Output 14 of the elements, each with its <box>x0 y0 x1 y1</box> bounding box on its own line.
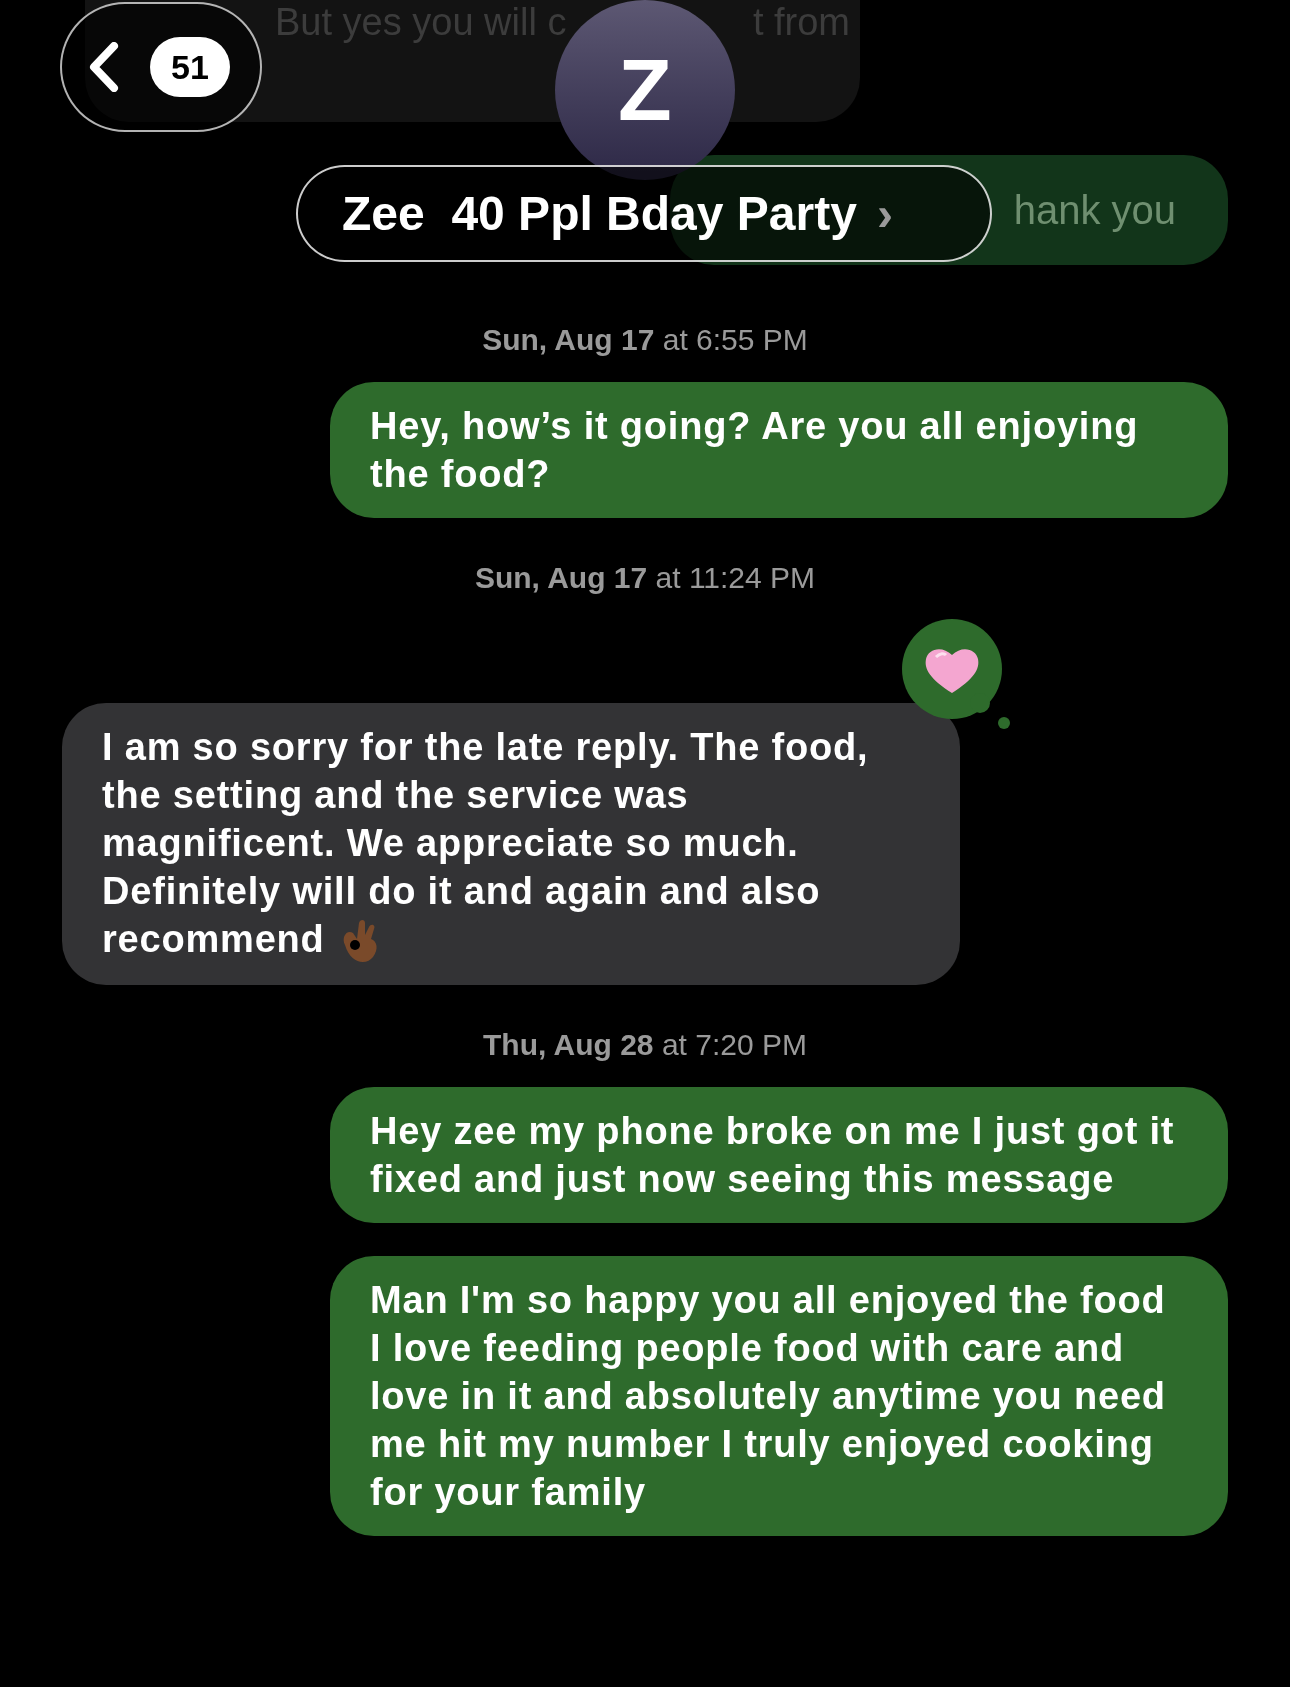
back-button[interactable]: 51 <box>60 2 262 132</box>
conversation-title-button[interactable]: Zee 40 Ppl Bday Party › <box>296 165 992 262</box>
heart-reaction-icon[interactable] <box>900 619 1012 729</box>
faded-message-text: hank you <box>1013 187 1176 234</box>
message-timestamp: Sun, Aug 17 at 6:55 PM <box>482 322 808 358</box>
message-timestamp: Thu, Aug 28 at 7:20 PM <box>483 1026 807 1063</box>
conversation-title: Zee 40 Ppl Bday Party <box>342 185 857 242</box>
sent-message-bubble: Hey zee my phone broke on me I just got it fixed and just now seeing this message <box>330 1086 1228 1223</box>
back-chevron-icon <box>88 42 120 92</box>
chevron-icon: › <box>876 177 893 250</box>
message-timestamp: Sun, Aug 17 at 11:24 PM <box>474 560 816 596</box>
received-message-bubble: I am so sorry for the late reply. The food, the setting and the service was magnificent. We appreciate so much. Definitely will do it and again and also recommend <box>62 703 960 985</box>
sent-message-bubble: Hey, how’s it going? Are you all enjoying the food? <box>330 382 1228 518</box>
sent-message-bubble: Man I'm so happy you all enjoyed the food I love feeding people food with care and love in it and absolutely anytime you need me hit my number I truly enjoyed cooking for your family <box>330 1255 1228 1536</box>
